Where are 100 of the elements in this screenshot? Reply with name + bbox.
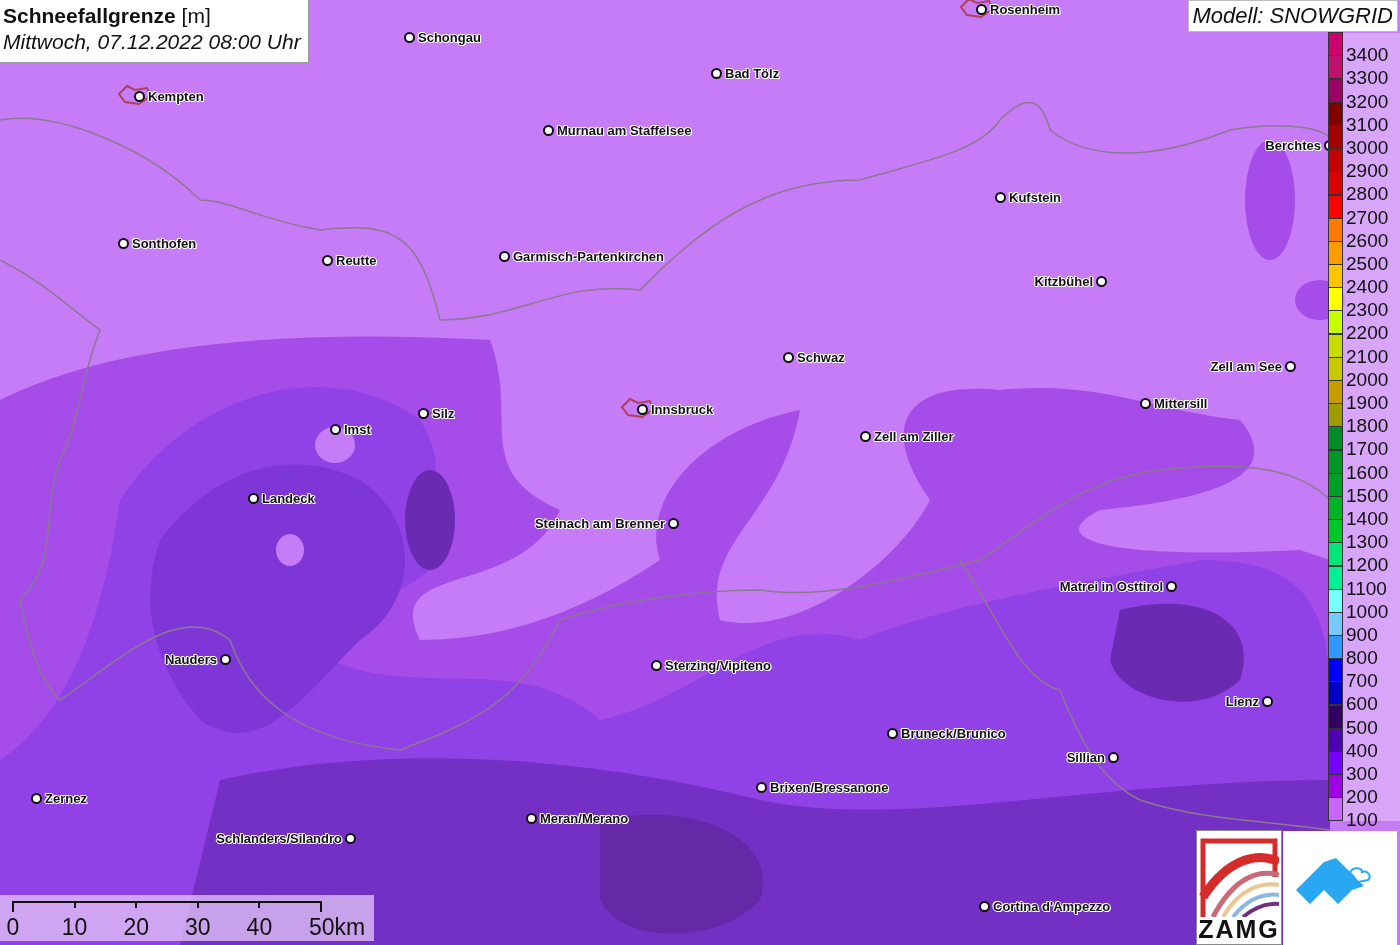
town-dot (499, 251, 510, 262)
town-label: Meran/Merano (540, 811, 629, 826)
town-dot (118, 238, 129, 249)
town-dot (668, 518, 679, 529)
town-label: Cortina d'Ampezzo (993, 899, 1111, 914)
town-dot (651, 660, 662, 671)
town-label: Kufstein (1009, 190, 1061, 205)
town-label: Zell am See (1210, 359, 1282, 374)
town-dot (976, 4, 987, 15)
legend-label: 400 (1346, 740, 1378, 760)
town-label: Silz (432, 406, 455, 421)
scale-label: 40 (246, 914, 273, 941)
legend-label: 600 (1346, 694, 1378, 714)
legend-label: 3100 (1346, 114, 1389, 134)
town-label: Schwaz (797, 350, 845, 365)
scale-label: 10 (61, 914, 88, 941)
legend-label: 1800 (1346, 416, 1389, 436)
legend-label: 1100 (1346, 578, 1387, 598)
town-dot (995, 192, 1006, 203)
town-dot (711, 68, 722, 79)
town-label: Sillian (1066, 750, 1105, 765)
town-label: Steinach am Brenner (534, 516, 665, 531)
town-label: Bad Tölz (725, 66, 780, 81)
legend-label: 300 (1346, 764, 1378, 783)
legend-label: 1200 (1346, 555, 1389, 575)
town-dot (345, 833, 356, 844)
legend-label: 3200 (1346, 91, 1389, 111)
town-label: Imst (344, 422, 371, 437)
town-label: Mittersill (1154, 396, 1208, 411)
legend-label: 2100 (1346, 346, 1389, 366)
town-dot (404, 32, 415, 43)
legend-label: 2500 (1346, 253, 1389, 273)
town-dot (979, 901, 990, 912)
legend-label: 1300 (1346, 532, 1389, 552)
town-label: Lienz (1225, 694, 1259, 709)
logo-text: ZAMG (1198, 917, 1280, 942)
legend-label: 100 (1346, 810, 1378, 830)
town-dot (783, 352, 794, 363)
model-label: Modell: SNOWGRID (1187, 0, 1398, 32)
legend-label: 3300 (1346, 68, 1389, 88)
town-dot (1096, 276, 1107, 287)
town-dot (1262, 696, 1273, 707)
legend-label: 3400 (1346, 45, 1389, 65)
town-dot (1285, 361, 1296, 372)
town-label: Rosenheim (990, 2, 1061, 17)
legend-label: 1000 (1346, 601, 1389, 621)
legend-label: 500 (1346, 717, 1378, 737)
town-dot (1166, 581, 1177, 592)
town-dot (637, 404, 648, 415)
legend-label: 2700 (1346, 207, 1389, 227)
legend-label: 1400 (1346, 508, 1389, 528)
town-label: Matrei in Osttirol (1059, 579, 1163, 594)
town-label: Brixen/Bressanone (770, 780, 889, 795)
town-label: Sterzing/Vipiteno (665, 658, 771, 673)
town-label: Kempten (148, 89, 204, 104)
town-label: Sonthofen (132, 236, 197, 251)
legend-label: 2400 (1346, 277, 1389, 297)
town-dot (322, 255, 333, 266)
scale-label: 20 (123, 914, 149, 941)
legend-label: 700 (1346, 671, 1378, 691)
town-dot (418, 408, 429, 419)
town-dot (526, 813, 537, 824)
town-label: Reutte (336, 253, 377, 268)
legend-label: 2900 (1346, 161, 1389, 181)
town-dot (31, 793, 42, 804)
town-label: Kitzbühel (1034, 274, 1093, 289)
town-label: Schlanders/Silandro (216, 831, 342, 846)
town-label: Schongau (418, 30, 481, 45)
scale-label: 50km (308, 914, 366, 941)
town-label: Landeck (262, 491, 315, 506)
town-label: Bruneck/Brunico (901, 726, 1006, 741)
legend-label: 3000 (1346, 137, 1389, 157)
legend-label: 1600 (1346, 462, 1389, 482)
town-dot (756, 782, 767, 793)
town-dot (248, 493, 259, 504)
town-label: Zell am Ziller (874, 429, 954, 444)
town-label: Nauders (164, 652, 217, 667)
town-label: Zernez (45, 791, 87, 806)
snowfall-gap (276, 534, 304, 566)
scale-label: 30 (185, 914, 211, 941)
rainbow-logo-icon (1199, 837, 1279, 917)
legend-label: 2000 (1346, 369, 1389, 389)
town-dot (1140, 398, 1151, 409)
town-label: Berchtes (1265, 138, 1321, 153)
town-label: Garmisch-Partenkirchen (513, 249, 664, 264)
map-title: Schneefallgrenze [m] (3, 3, 212, 29)
legend-label: 2600 (1346, 230, 1389, 250)
legend-label: 2800 (1346, 184, 1389, 204)
town-dot (543, 125, 554, 136)
scale-label: 0 (6, 914, 20, 941)
legend-label: 2200 (1346, 323, 1389, 343)
legend-label: 800 (1346, 648, 1378, 668)
legend-label: 200 (1346, 787, 1378, 807)
town-label: Murnau am Staffelsee (557, 123, 692, 138)
town-label: Innsbruck (651, 402, 714, 417)
legend-label: 1500 (1346, 485, 1389, 505)
town-dot (330, 424, 341, 435)
legend-label: 2300 (1346, 300, 1389, 320)
town-dot (887, 728, 898, 739)
legend-label: 900 (1346, 624, 1378, 644)
